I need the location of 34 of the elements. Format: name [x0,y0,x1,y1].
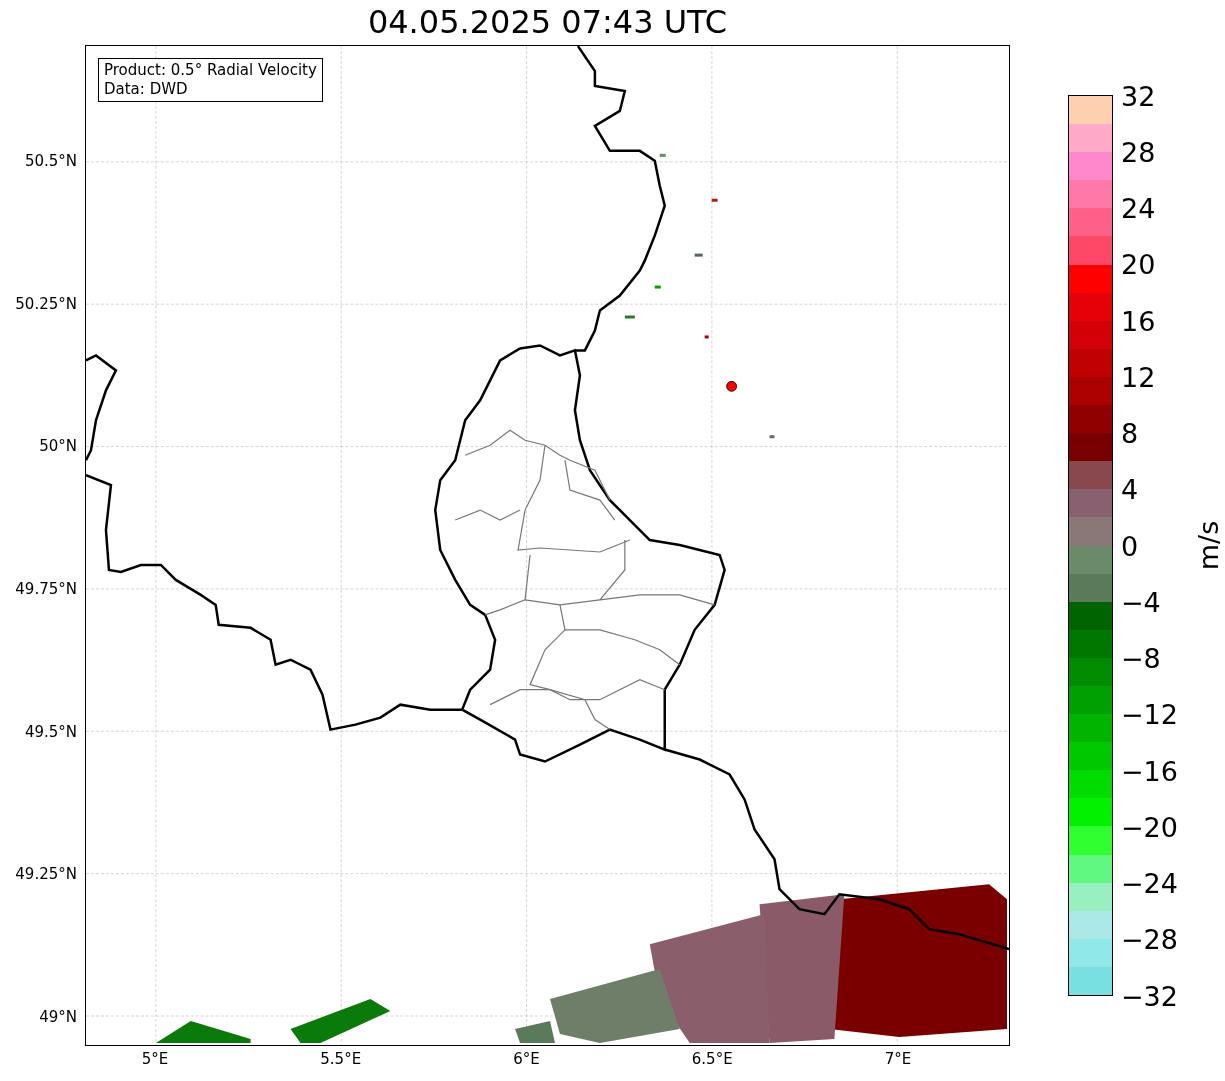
longitude-tick-label: 6.5°E [691,1050,733,1068]
latitude-tick-label: 49°N [39,1007,77,1026]
colorbar-tick-label: −28 [1121,924,1178,956]
colorbar-tick-label: 4 [1121,474,1139,506]
latitude-tick-label: 50°N [39,437,77,456]
legend-text: Data: DWD [104,80,189,99]
colorbar-tick-label: −16 [1121,755,1178,787]
colorbar-tick-label: −20 [1121,811,1178,843]
latitude-tick-label: 49.5°N [24,722,77,741]
colorbar-tick-label: −4 [1121,586,1161,618]
colorbar-tick-label: 20 [1121,249,1156,281]
colorbar-tick-label: −8 [1121,643,1161,674]
colorbar-tick-label: 28 [1121,136,1156,168]
latitude-tick-label: 49.75°N [15,580,77,598]
colorbar-tick-label: −32 [1121,980,1178,1012]
latitude-tick-label: 50.25°N [15,294,77,313]
legend-text: Product: 0.5° Radial Velocity [104,61,317,80]
location-marker [726,380,737,392]
colorbar-tick-label: 12 [1121,361,1156,393]
colorbar-tick-label: −24 [1121,868,1178,899]
colorbar-tick-label: 0 [1121,530,1139,562]
colorbar-tick-label: 32 [1121,80,1156,112]
chart-title: 04.05.2025 07:43 UTC [366,2,729,43]
latitude-tick-label: 49.25°N [15,865,77,884]
colorbar-tick-label: 8 [1121,418,1139,449]
colorbar-tick-label: −12 [1121,699,1178,731]
latitude-tick-label: 50.5°N [24,152,77,170]
longitude-tick-label: 5°E [141,1050,169,1068]
longitude-tick-label: 5.5°E [320,1050,362,1068]
colorbar-tick-label: 24 [1121,193,1156,224]
colorbar-unit-label: m/s [1193,520,1225,571]
colorbar-tick-label: 16 [1121,305,1156,337]
longitude-tick-label: 7°E [884,1050,912,1068]
longitude-tick-label: 6°E [513,1050,540,1068]
